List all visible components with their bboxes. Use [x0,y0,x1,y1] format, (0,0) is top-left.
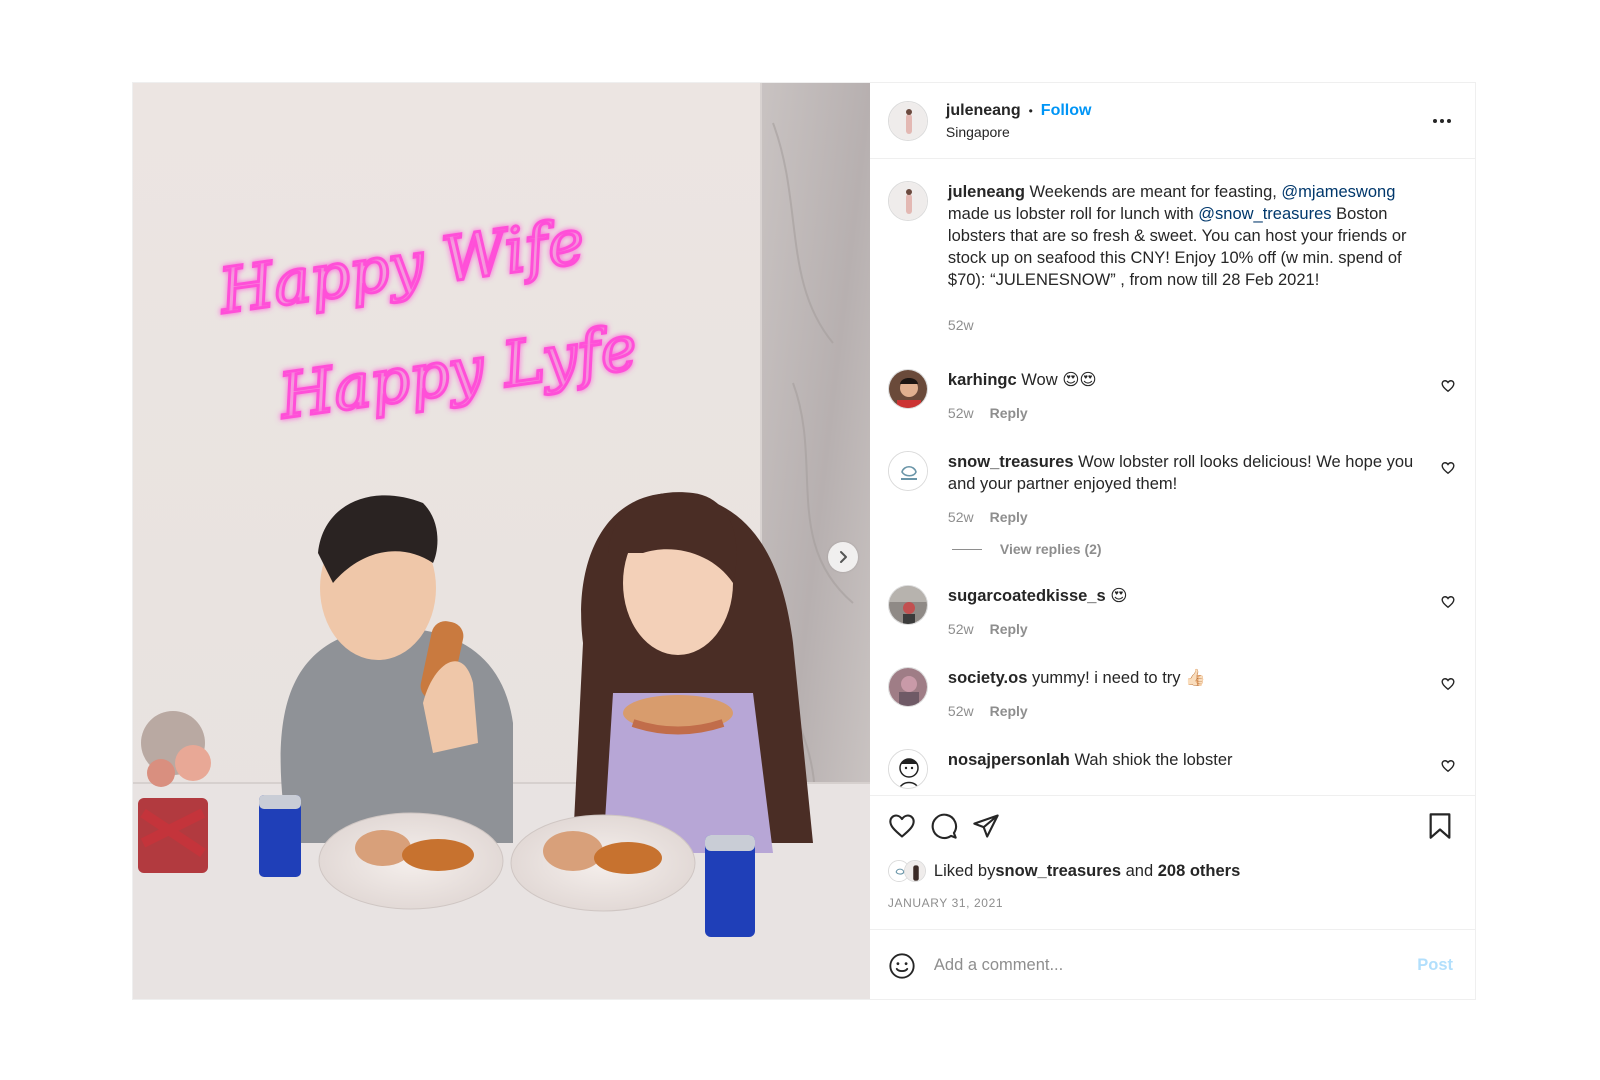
bookmark-icon [1429,813,1451,839]
separator-dot: • [1028,103,1033,118]
caption-text-part: made us lobster roll for lunch with [947,205,1199,223]
caption-age[interactable]: 52w [948,317,974,333]
reply-button[interactable]: Reply [990,621,1028,637]
comment-bubble-icon [931,813,957,839]
comment-item: snow_treasures Wow lobster roll looks de… [887,451,1457,525]
likes-summary: Liked by snow_treasures and 208 others [887,860,1457,882]
more-dot-icon [1440,118,1444,123]
comments-list[interactable]: juleneang Weekends are meant for feastin… [870,159,1475,795]
caption-text-part: Weekends are meant for feasting, [1024,183,1282,201]
plate-left [318,812,504,910]
commenter-avatar[interactable] [887,369,928,409]
comment-age[interactable]: 52w [948,405,974,421]
more-options-button[interactable] [1427,113,1457,129]
commenter-avatar[interactable] [887,667,928,707]
comment-item: karhingc Wow 😍😍 52w Reply [887,369,1457,421]
neon-line-1: Happy Wife [214,204,589,328]
smiley-emoji-icon [889,952,915,979]
reply-button[interactable]: Reply [990,509,1028,525]
post-comment-button[interactable]: Post [1417,956,1453,975]
like-comment-heart-icon[interactable] [1441,595,1455,609]
caption-text: juleneang Weekends are meant for feastin… [948,181,1434,291]
comment-username[interactable]: snow_treasures [948,453,1074,471]
more-dot-icon [1447,118,1451,123]
comment-username[interactable]: nosajpersonlah [948,751,1070,769]
comment-input[interactable] [933,956,1418,975]
author-avatar[interactable] [887,100,928,141]
comment-text: Wow 😍😍 [1016,371,1097,389]
beer-can-right [705,835,755,937]
post-card: Happy Wife Happy Lyfe juleneang • Follow… [132,82,1476,1000]
post-header: juleneang • Follow Singapore [869,83,1475,159]
commenter-avatar[interactable] [887,585,928,625]
post-details-panel: juleneang • Follow Singapore juleneang W… [869,83,1475,999]
next-photo-button[interactable] [828,542,858,572]
caption: juleneang Weekends are meant for feastin… [887,181,1457,333]
comment-username[interactable]: sugarcoatedkisse_s [948,587,1106,605]
liker-username[interactable]: snow_treasures [995,862,1121,881]
comment-item: sugarcoatedkisse_s 😍 52w Reply [887,585,1457,637]
more-dot-icon [1433,118,1437,123]
like-comment-heart-icon[interactable] [1441,759,1455,773]
mention-link[interactable]: @mjameswong [1281,183,1395,201]
liker-avatar [903,860,926,882]
commenter-avatar[interactable] [887,451,928,491]
emoji-button[interactable] [888,952,916,980]
comment-text: Wah shiok the lobster [1069,751,1233,769]
comment-button[interactable] [930,812,958,840]
like-comment-heart-icon[interactable] [1441,677,1455,691]
comment-username[interactable]: karhingc [948,371,1017,389]
comment-age[interactable]: 52w [948,703,974,719]
caption-avatar[interactable] [887,181,928,221]
post-actions: Liked by snow_treasures and 208 others J… [869,795,1475,929]
comment-text: 😍 [1105,587,1128,605]
chevron-right-icon [840,551,847,563]
likes-middle: and [1121,861,1158,880]
reply-button[interactable]: Reply [990,405,1028,421]
save-button[interactable] [1427,812,1453,840]
post-location[interactable]: Singapore [946,124,1092,140]
commenter-avatar[interactable] [887,749,928,789]
likes-prefix: Liked by [933,861,996,880]
neon-sign: Happy Wife Happy Lyfe [212,203,643,435]
comment-item: society.os yummy! i need to try 👍🏻 52w R… [887,667,1457,719]
author-info: juleneang • Follow Singapore [946,102,1092,140]
reply-button[interactable]: Reply [990,703,1028,719]
liker-avatars [887,860,926,882]
view-replies-label: View replies (2) [999,541,1102,557]
add-comment-bar: Post [869,929,1475,999]
post-photo: Happy Wife Happy Lyfe [133,83,870,999]
like-comment-heart-icon[interactable] [1441,379,1455,393]
heart-icon [889,814,915,838]
neon-line-2: Happy Lyfe [274,310,642,433]
post-date[interactable]: JANUARY 31, 2021 [888,896,1457,910]
author-username[interactable]: juleneang [946,102,1021,120]
beer-can-left [259,795,301,877]
share-button[interactable] [972,812,1000,840]
paper-plane-icon [973,814,999,838]
post-media[interactable]: Happy Wife Happy Lyfe [133,83,870,999]
comment-age[interactable]: 52w [948,509,974,525]
replies-divider [951,548,982,550]
comment-age[interactable]: 52w [948,621,974,637]
comment-username[interactable]: society.os [948,669,1027,687]
person-man [280,495,513,843]
comment-item: nosajpersonlah Wah shiok the lobster [887,749,1457,789]
follow-button[interactable]: Follow [1041,102,1092,120]
caption-username[interactable]: juleneang [948,183,1025,201]
comment-text: yummy! i need to try 👍🏻 [1027,669,1206,687]
mention-link[interactable]: @snow_treasures [1198,205,1331,223]
view-replies-button[interactable]: View replies (2) [951,541,1457,557]
like-button[interactable] [888,812,916,840]
like-comment-heart-icon[interactable] [1441,461,1455,475]
plate-right [510,814,696,912]
likes-others[interactable]: 208 others [1158,862,1241,881]
